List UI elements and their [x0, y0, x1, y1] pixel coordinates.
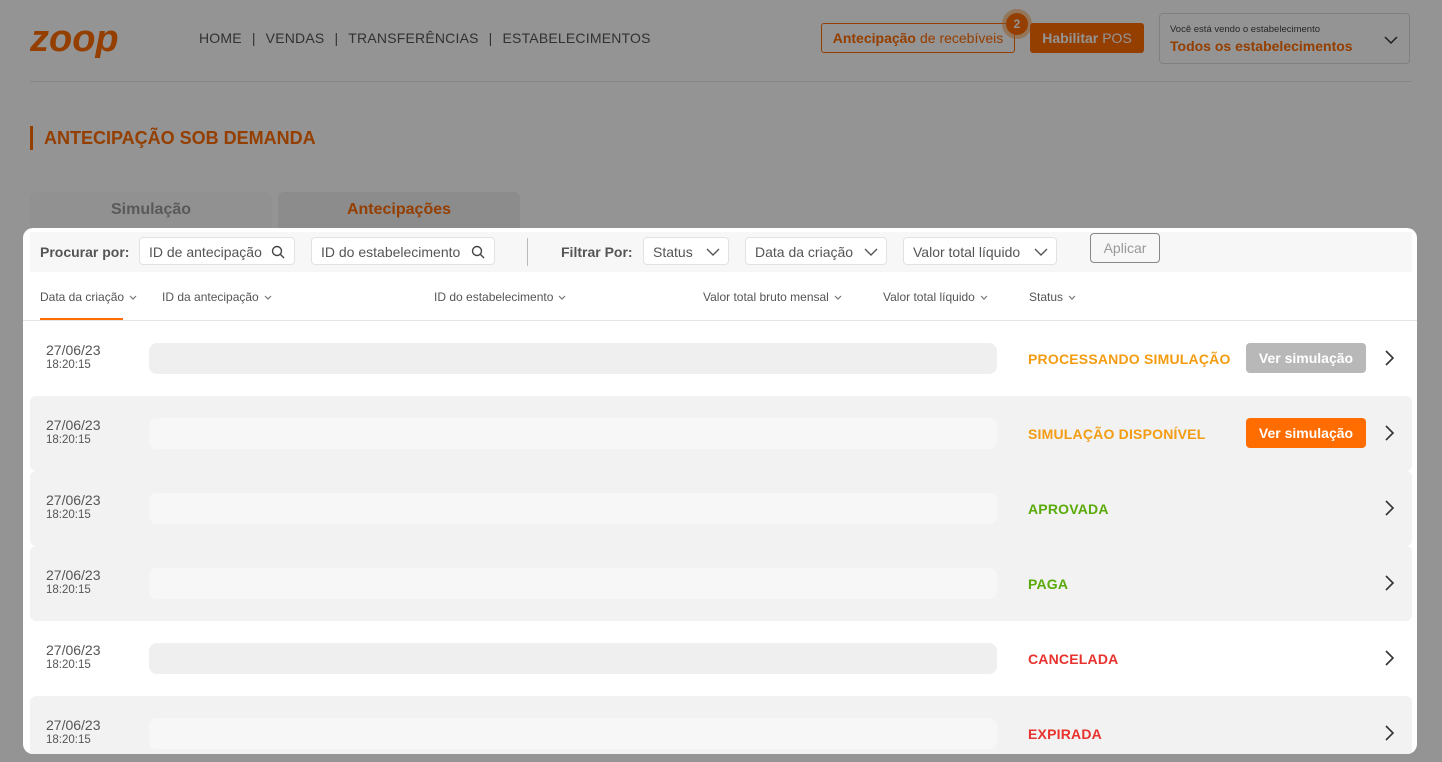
- search-label: Procurar por:: [40, 244, 130, 260]
- search-antecipacao-placeholder: ID de antecipação: [149, 244, 262, 260]
- row-date: 27/06/23: [46, 417, 101, 433]
- table-header: Data da criação ID da antecipação ID do …: [23, 272, 1417, 321]
- row-status: APROVADA: [1028, 501, 1109, 517]
- col-status-label: Status: [1029, 290, 1064, 304]
- row-date: 27/06/23: [46, 567, 101, 583]
- table-row[interactable]: 27/06/23 18:20:15 PROCESSANDO SIMULAÇÃO Ver…: [30, 321, 1412, 396]
- col-valor-bruto-label: Valor total bruto mensal: [703, 290, 829, 304]
- chevron-down-icon: [129, 295, 137, 300]
- chevron-right-icon[interactable]: [1382, 350, 1396, 366]
- row-date: 27/06/23: [46, 717, 101, 733]
- search-estab-placeholder: ID do estabelecimento: [321, 244, 461, 260]
- chevron-down-icon: [264, 295, 272, 300]
- aplicar-button[interactable]: Aplicar: [1090, 233, 1160, 263]
- filter-divider: [527, 238, 528, 266]
- chevron-right-icon[interactable]: [1382, 500, 1396, 516]
- col-id-estabelecimento-label: ID do estabelecimento: [434, 290, 554, 304]
- row-placeholder-skeleton: [149, 343, 997, 374]
- row-time: 18:20:15: [46, 434, 91, 446]
- row-status: SIMULAÇÃO DISPONÍVEL: [1028, 426, 1206, 442]
- chevron-down-icon: [1068, 295, 1076, 300]
- ver-simulacao-button[interactable]: Ver simulação: [1246, 343, 1366, 373]
- row-time: 18:20:15: [46, 359, 91, 371]
- col-status[interactable]: Status: [1029, 290, 1076, 304]
- row-placeholder-skeleton: [149, 418, 997, 449]
- col-id-antecipacao[interactable]: ID da antecipação: [162, 290, 272, 304]
- row-status: CANCELADA: [1028, 651, 1119, 667]
- filter-label: Filtrar Por:: [561, 244, 633, 260]
- valor-liquido-filter-dropdown[interactable]: Valor total líquido: [903, 237, 1057, 265]
- valor-liquido-filter-label: Valor total líquido: [913, 244, 1021, 260]
- chevron-right-icon[interactable]: [1382, 575, 1396, 591]
- row-placeholder-skeleton: [149, 643, 997, 674]
- data-criacao-filter-label: Data da criação: [755, 244, 854, 260]
- chevron-right-icon[interactable]: [1382, 650, 1396, 666]
- row-status: PAGA: [1028, 576, 1069, 592]
- status-filter-label: Status: [653, 244, 693, 260]
- col-data-criacao-label: Data da criação: [40, 290, 125, 304]
- row-time: 18:20:15: [46, 734, 91, 746]
- chevron-down-icon: [980, 295, 988, 300]
- col-valor-liquido-label: Valor total líquido: [883, 290, 975, 304]
- search-icon: [471, 245, 485, 259]
- col-valor-liquido[interactable]: Valor total líquido: [883, 290, 988, 304]
- status-filter-dropdown[interactable]: Status: [643, 237, 729, 265]
- row-status: EXPIRADA: [1028, 726, 1102, 742]
- row-status: PROCESSANDO SIMULAÇÃO: [1028, 351, 1231, 367]
- search-icon: [271, 245, 285, 259]
- row-placeholder-skeleton: [149, 493, 997, 524]
- sort-active-indicator: [40, 318, 123, 320]
- chevron-down-icon: [1034, 248, 1048, 256]
- row-date: 27/06/23: [46, 342, 101, 358]
- antecipacoes-modal: Procurar por: ID de antecipação ID do es…: [23, 228, 1417, 754]
- row-time: 18:20:15: [46, 509, 91, 521]
- search-estabelecimento-input[interactable]: ID do estabelecimento: [311, 237, 495, 265]
- col-id-estabelecimento[interactable]: ID do estabelecimento: [434, 290, 566, 304]
- row-time: 18:20:15: [46, 584, 91, 596]
- col-id-antecipacao-label: ID da antecipação: [162, 290, 259, 304]
- col-data-criacao[interactable]: Data da criação: [40, 290, 137, 304]
- search-antecipacao-input[interactable]: ID de antecipação: [139, 237, 295, 265]
- table-row[interactable]: 27/06/23 18:20:15 EXPIRADA: [30, 696, 1412, 754]
- chevron-down-icon: [706, 248, 720, 256]
- chevron-down-icon: [864, 248, 878, 256]
- row-placeholder-skeleton: [149, 568, 997, 599]
- chevron-down-icon: [834, 295, 842, 300]
- table-row[interactable]: 27/06/23 18:20:15 CANCELADA: [30, 621, 1412, 696]
- col-valor-bruto[interactable]: Valor total bruto mensal: [703, 290, 842, 304]
- ver-simulacao-button[interactable]: Ver simulação: [1246, 418, 1366, 448]
- row-date: 27/06/23: [46, 642, 101, 658]
- chevron-right-icon[interactable]: [1382, 725, 1396, 741]
- chevron-down-icon: [558, 295, 566, 300]
- chevron-right-icon[interactable]: [1382, 425, 1396, 441]
- table-row[interactable]: 27/06/23 18:20:15 APROVADA: [30, 471, 1412, 546]
- row-time: 18:20:15: [46, 659, 91, 671]
- row-date: 27/06/23: [46, 492, 101, 508]
- filter-bar: Procurar por: ID de antecipação ID do es…: [30, 232, 1412, 272]
- row-placeholder-skeleton: [149, 718, 997, 749]
- data-criacao-filter-dropdown[interactable]: Data da criação: [745, 237, 887, 265]
- table-row[interactable]: 27/06/23 18:20:15 PAGA: [30, 546, 1412, 621]
- table-row[interactable]: 27/06/23 18:20:15 SIMULAÇÃO DISPONÍVEL Ver …: [30, 396, 1412, 471]
